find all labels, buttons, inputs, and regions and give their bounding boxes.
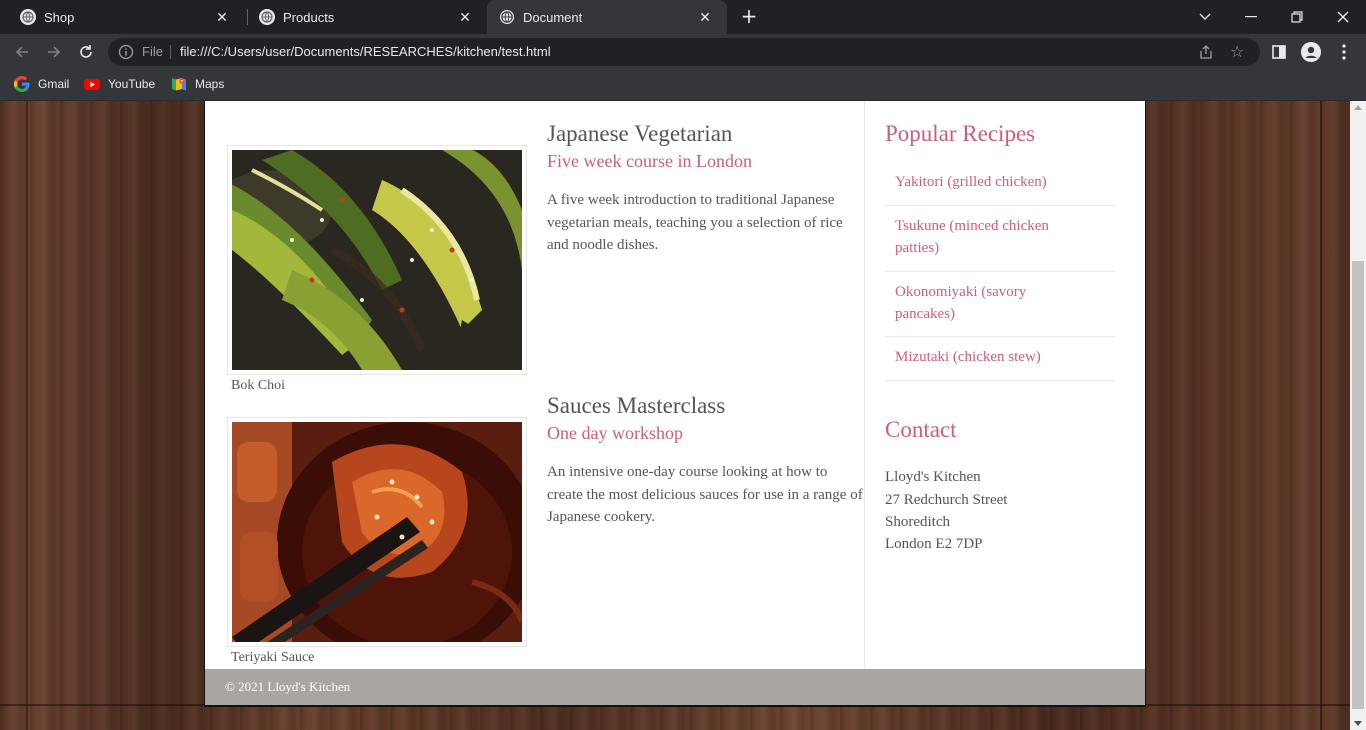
scroll-thumb[interactable]: [1352, 261, 1364, 709]
recipe-link-text[interactable]: pancakes): [885, 303, 1115, 325]
bookmark-youtube[interactable]: YouTube: [84, 76, 155, 92]
back-button[interactable]: [10, 40, 34, 64]
page-footer: © 2021 Lloyd's Kitchen: [205, 669, 1145, 705]
recipe-link-text[interactable]: Yakitori (grilled chicken): [885, 171, 1115, 193]
recipe-link-mizutaki[interactable]: Mizutaki (chicken stew): [885, 346, 1115, 381]
bookmark-label: YouTube: [108, 77, 156, 91]
reload-button[interactable]: [74, 40, 98, 64]
wood-seam: [26, 101, 28, 730]
url-text[interactable]: file:///C:/Users/user/Documents/RESEARCH…: [180, 44, 551, 59]
recipe-link-text[interactable]: Tsukune (minced chicken: [885, 215, 1115, 237]
avatar-icon: [1301, 42, 1321, 62]
menu-button[interactable]: [1332, 40, 1356, 64]
globe-icon: [499, 9, 515, 25]
new-tab-button[interactable]: +: [738, 5, 760, 27]
teriyaki-sauce-image: [232, 422, 522, 642]
wood-seam: [0, 704, 204, 706]
tab-strip: Shop ✕ Products ✕ Document ✕ +: [0, 0, 1366, 34]
profile-button[interactable]: [1299, 40, 1323, 64]
forward-button[interactable]: [42, 40, 66, 64]
course-title: Japanese Vegetarian: [547, 121, 733, 146]
sidebar-divider: [864, 101, 865, 669]
minimize-icon: [1245, 16, 1257, 18]
contact-line: London E2 7DP: [885, 536, 983, 552]
reload-icon: [80, 45, 92, 58]
contact-line: Shoreditch: [885, 514, 950, 530]
address-divider: [170, 45, 171, 59]
youtube-icon: [84, 79, 100, 90]
tab-search-button[interactable]: [1182, 0, 1228, 34]
image-caption: Bok Choi: [231, 378, 286, 393]
maps-icon: [172, 78, 186, 91]
bookmark-maps[interactable]: Maps: [171, 76, 224, 92]
recipe-link-yakitori[interactable]: Yakitori (grilled chicken): [885, 171, 1115, 206]
scroll-down-icon[interactable]: [1354, 721, 1362, 726]
close-tab-icon[interactable]: ✕: [697, 9, 713, 25]
chevron-down-icon: [1199, 13, 1211, 20]
copyright-text: © 2021 Lloyd's Kitchen: [225, 679, 351, 694]
restore-button[interactable]: [1274, 0, 1320, 34]
tab-title: Document: [523, 9, 583, 25]
share-icon[interactable]: [1198, 44, 1214, 60]
arrow-left-icon: [15, 46, 28, 58]
course-figure: [227, 145, 527, 375]
course-figure: [227, 417, 527, 647]
bookmarks-bar: Gmail YouTube Maps: [0, 70, 1366, 101]
close-icon: [1337, 11, 1349, 23]
tab-title: Shop: [44, 9, 75, 25]
close-window-button[interactable]: [1320, 0, 1366, 34]
browser-toolbar: File file:///C:/Users/user/Documents/RES…: [0, 34, 1366, 70]
globe-icon: [259, 9, 275, 25]
course-subtitle: Five week course in London: [547, 151, 752, 171]
minimize-button[interactable]: [1228, 0, 1274, 34]
address-bar[interactable]: File file:///C:/Users/user/Documents/RES…: [108, 38, 1260, 66]
popular-recipes-heading: Popular Recipes: [885, 121, 1036, 146]
side-panel-button[interactable]: [1267, 40, 1291, 64]
recipe-link-text[interactable]: Okonomiyaki (savory: [885, 281, 1115, 303]
recipe-link-text[interactable]: Mizutaki (chicken stew): [885, 346, 1115, 368]
recipe-link-tsukune[interactable]: Tsukune (minced chicken patties): [885, 215, 1115, 272]
bookmark-gmail[interactable]: Gmail: [14, 76, 69, 92]
course-description: An intensive one-day course looking at h…: [547, 464, 863, 525]
tab-document[interactable]: Document ✕: [487, 0, 727, 34]
tab-title: Products: [283, 9, 335, 25]
restore-icon: [1291, 11, 1303, 23]
course-description: A five week introduction to traditional …: [547, 192, 843, 253]
wood-seam: [1320, 101, 1322, 730]
contact-heading: Contact: [885, 417, 957, 442]
info-icon[interactable]: [118, 44, 134, 60]
tab-shop[interactable]: Shop ✕: [0, 0, 244, 34]
arrow-right-icon: [48, 46, 61, 58]
contact-line: Lloyd's Kitchen: [885, 469, 981, 485]
page-scrollbar[interactable]: [1350, 101, 1366, 730]
bookmark-label: Gmail: [38, 77, 70, 91]
contact-line: 27 Redchurch Street: [885, 492, 1008, 508]
google-icon: [14, 76, 30, 92]
star-icon[interactable]: ☆: [1230, 43, 1248, 61]
bok-choi-image: [232, 150, 522, 370]
course-subtitle: One day workshop: [547, 423, 683, 443]
bookmark-label: Maps: [195, 77, 225, 91]
wood-seam: [1145, 704, 1350, 706]
recipe-link-text[interactable]: patties): [885, 237, 1115, 259]
page-container: Bok Choi Japanese Vegetarian Five week c…: [204, 101, 1146, 707]
tab-products[interactable]: Products ✕: [239, 0, 487, 34]
close-tab-icon[interactable]: ✕: [214, 9, 230, 25]
side-panel-icon: [1272, 45, 1286, 59]
globe-icon: [20, 9, 36, 25]
close-tab-icon[interactable]: ✕: [457, 9, 473, 25]
course-title: Sauces Masterclass: [547, 393, 726, 418]
scheme-label: File: [142, 44, 163, 59]
scroll-up-icon[interactable]: [1354, 105, 1362, 110]
recipe-link-okonomiyaki[interactable]: Okonomiyaki (savory pancakes): [885, 281, 1115, 337]
image-caption: Teriyaki Sauce: [231, 650, 315, 665]
more-vert-icon: [1342, 44, 1346, 60]
